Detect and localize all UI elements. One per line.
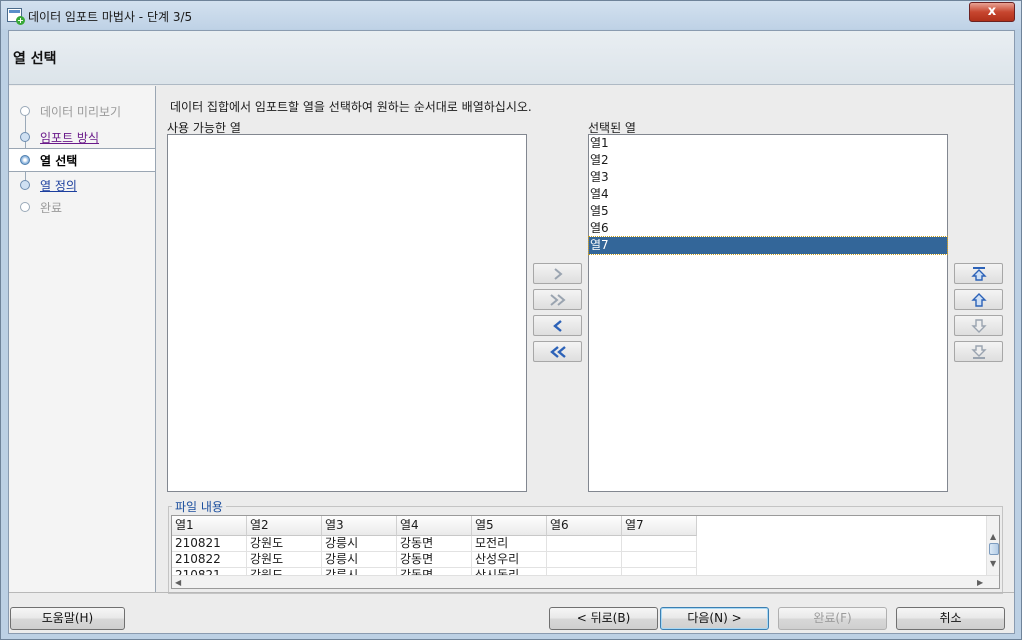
step-label: 열 선택 xyxy=(40,154,78,168)
table-cell: 강릉시 xyxy=(322,536,397,552)
step-finish: 완료 xyxy=(9,196,155,218)
next-button[interactable]: 다음(N) > xyxy=(660,607,769,630)
table-cell: 강릉시 xyxy=(322,552,397,568)
table-cell: 강동면 xyxy=(397,552,472,568)
help-button[interactable]: 도움말(H) xyxy=(10,607,125,630)
move-down-button[interactable] xyxy=(954,315,1003,336)
step-data-preview: 데이터 미리보기 xyxy=(9,100,155,122)
list-item[interactable]: 열6 xyxy=(589,220,947,237)
column-header[interactable]: 열2 xyxy=(247,516,322,536)
step-label[interactable]: 임포트 방식 xyxy=(40,129,99,146)
scroll-down-icon[interactable]: ▼ xyxy=(990,560,996,568)
title-bar: + 데이터 임포트 마법사 - 단계 3/5 x xyxy=(1,1,1021,29)
finish-button: 완료(F) xyxy=(778,607,887,630)
file-content-legend: 파일 내용 xyxy=(172,498,226,515)
scroll-left-icon[interactable]: ◀ xyxy=(175,579,181,587)
move-top-button[interactable] xyxy=(954,263,1003,284)
grid-header: 열1 열2 열3 열4 열5 열6 열7 xyxy=(172,516,697,536)
footer-divider xyxy=(9,592,1014,593)
chevron-left-icon xyxy=(552,319,562,332)
step-indicator-icon xyxy=(20,132,30,142)
double-chevron-left-icon xyxy=(549,345,566,358)
window-title: 데이터 임포트 마법사 - 단계 3/5 xyxy=(28,10,193,24)
table-cell xyxy=(547,536,622,552)
header-band: 열 선택 xyxy=(9,31,1014,85)
column-header[interactable]: 열4 xyxy=(397,516,472,536)
available-columns-list[interactable] xyxy=(167,134,527,492)
move-all-left-button[interactable] xyxy=(533,341,582,362)
step-import-method[interactable]: 임포트 방식 xyxy=(9,126,155,148)
table-cell xyxy=(547,552,622,568)
double-chevron-right-icon xyxy=(549,293,566,306)
move-left-button[interactable] xyxy=(533,315,582,336)
step-indicator-icon xyxy=(20,106,30,116)
arrow-up-icon xyxy=(970,292,987,307)
column-header[interactable]: 열7 xyxy=(622,516,697,536)
arrow-down-icon xyxy=(970,318,987,333)
move-right-button[interactable] xyxy=(533,263,582,284)
step-label: 완료 xyxy=(40,201,63,215)
move-up-button[interactable] xyxy=(954,289,1003,310)
cancel-button[interactable]: 취소 xyxy=(896,607,1005,630)
step-indicator-icon xyxy=(20,180,30,190)
move-all-right-button[interactable] xyxy=(533,289,582,310)
step-column-define[interactable]: 열 정의 xyxy=(9,174,155,196)
list-item[interactable]: 열4 xyxy=(589,186,947,203)
move-bottom-button[interactable] xyxy=(954,341,1003,362)
wizard-body: 열 선택 데이터 미리보기 임포트 방식 열 선택 열 정의 완료 데이터 집합… xyxy=(8,30,1015,634)
wizard-window: + 데이터 임포트 마법사 - 단계 3/5 x 열 선택 데이터 미리보기 임… xyxy=(0,0,1022,640)
table-row: 210822 강원도 강릉시 강동면 산성우리 xyxy=(172,552,697,568)
app-icon: + xyxy=(7,8,25,25)
step-label[interactable]: 열 정의 xyxy=(40,177,77,194)
step-sidebar: 데이터 미리보기 임포트 방식 열 선택 열 정의 완료 xyxy=(9,86,156,592)
table-cell: 강원도 xyxy=(247,552,322,568)
table-cell: 210821 xyxy=(172,536,247,552)
file-content-grid[interactable]: 열1 열2 열3 열4 열5 열6 열7 210821 강원도 강릉시 강동면 … xyxy=(171,515,1000,589)
table-cell xyxy=(622,536,697,552)
table-cell: 강원도 xyxy=(247,536,322,552)
column-header[interactable]: 열6 xyxy=(547,516,622,536)
step-indicator-icon xyxy=(20,202,30,212)
list-item[interactable]: 열2 xyxy=(589,152,947,169)
step-current-icon xyxy=(20,155,30,165)
table-cell: 강동면 xyxy=(397,536,472,552)
move-to-bottom-icon xyxy=(970,344,987,359)
page-title: 열 선택 xyxy=(13,51,57,67)
list-item-selected[interactable]: 열7 xyxy=(588,236,948,255)
vertical-scrollbar[interactable]: ▲ ▼ xyxy=(986,516,999,576)
scroll-thumb[interactable] xyxy=(989,543,999,555)
list-item[interactable]: 열1 xyxy=(589,135,947,152)
close-button[interactable]: x xyxy=(969,2,1015,22)
selected-columns-list[interactable]: 열1 열2 열3 열4 열5 열6 열7 xyxy=(588,134,948,492)
step-label: 데이터 미리보기 xyxy=(40,105,122,119)
table-cell xyxy=(622,552,697,568)
table-row: 210821 강원도 강릉시 강동면 모전리 xyxy=(172,536,697,552)
instruction-text: 데이터 집합에서 임포트할 열을 선택하여 원하는 순서대로 배열하십시오. xyxy=(170,100,532,114)
table-cell: 모전리 xyxy=(472,536,547,552)
scroll-up-icon[interactable]: ▲ xyxy=(990,533,996,541)
back-button[interactable]: < 뒤로(B) xyxy=(549,607,658,630)
column-header[interactable]: 열3 xyxy=(322,516,397,536)
column-header[interactable]: 열1 xyxy=(172,516,247,536)
list-item[interactable]: 열5 xyxy=(589,203,947,220)
chevron-right-icon xyxy=(553,267,563,280)
table-cell: 210822 xyxy=(172,552,247,568)
move-to-top-icon xyxy=(970,266,987,281)
scroll-right-icon[interactable]: ▶ xyxy=(977,579,983,587)
column-header[interactable]: 열5 xyxy=(472,516,547,536)
step-column-select: 열 선택 xyxy=(9,148,155,172)
list-item[interactable]: 열3 xyxy=(589,169,947,186)
horizontal-scrollbar[interactable]: ◀ ▶ xyxy=(172,575,999,588)
table-cell: 산성우리 xyxy=(472,552,547,568)
